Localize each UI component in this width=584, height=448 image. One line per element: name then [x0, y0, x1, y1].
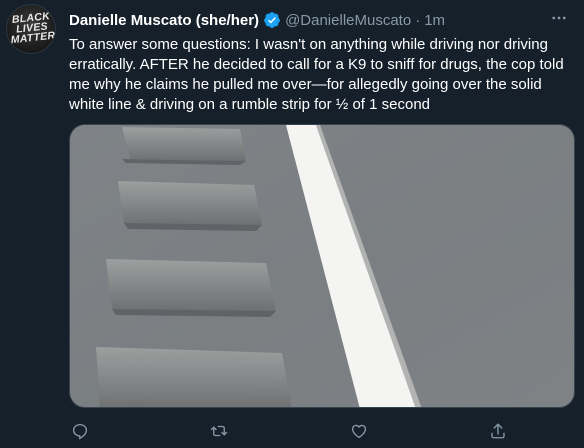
retweet-icon[interactable] — [208, 420, 230, 442]
separator-dot: · — [415, 11, 421, 29]
timestamp[interactable]: 1m — [424, 12, 445, 29]
tweet-header: Danielle Muscato (she/her) @DanielleMusc… — [69, 10, 445, 30]
avatar[interactable]: BLACK LIVES MATTER — [6, 4, 56, 54]
avatar-lettering: BLACK LIVES MATTER — [10, 10, 56, 47]
more-horizontal-icon[interactable] — [548, 7, 570, 29]
reply-icon[interactable] — [69, 420, 91, 442]
verified-badge-icon — [263, 11, 281, 29]
author-name[interactable]: Danielle Muscato (she/her) — [69, 12, 259, 29]
share-icon[interactable] — [487, 420, 509, 442]
heart-icon[interactable] — [348, 420, 370, 442]
tweet-actions — [69, 420, 509, 442]
tweet-text: To answer some questions: I wasn't on an… — [69, 36, 564, 113]
tweet[interactable]: BLACK LIVES MATTER Danielle Muscato (she/h… — [0, 0, 584, 448]
road-rumble-strip-photo — [70, 125, 574, 407]
tweet-media-image[interactable] — [69, 124, 575, 408]
author-handle[interactable]: @DanielleMuscato — [285, 12, 411, 29]
